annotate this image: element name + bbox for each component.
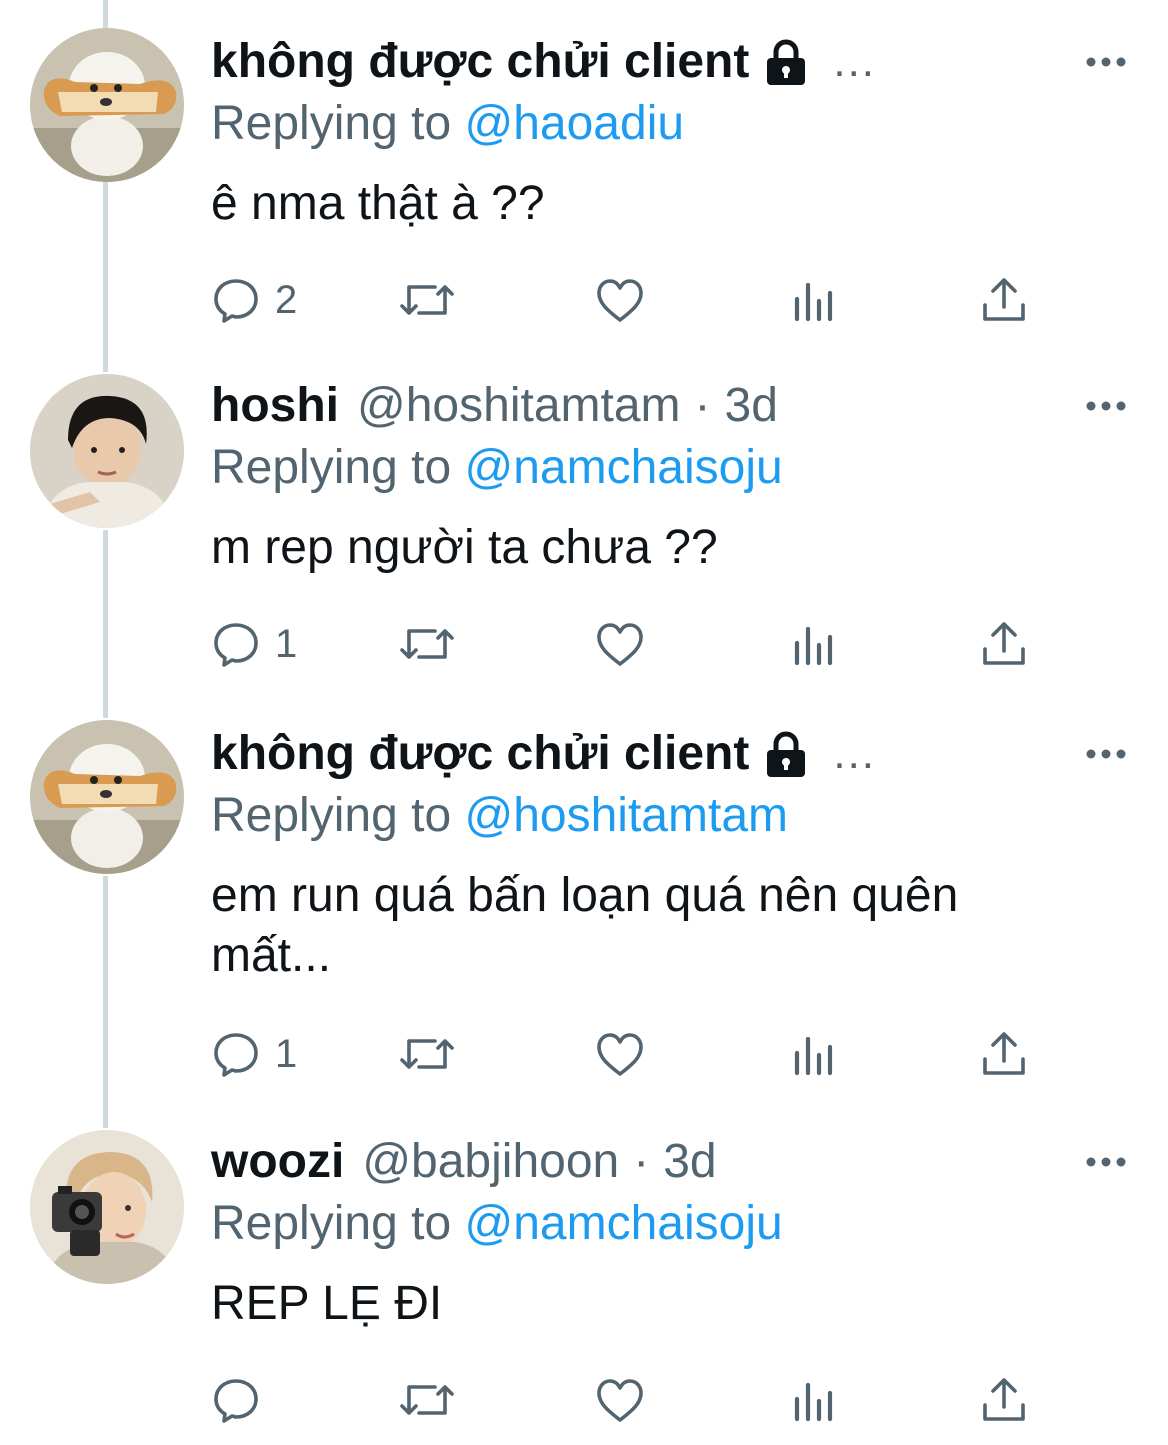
- tweet-text: ê nma thật à ??: [211, 177, 545, 230]
- reply-count: 1: [275, 621, 298, 666]
- retweet-icon: [400, 629, 454, 659]
- like-button[interactable]: [595, 616, 645, 672]
- share-button[interactable]: [979, 1372, 1029, 1428]
- more-options-icon[interactable]: [1086, 56, 1126, 68]
- reply-mention-link[interactable]: @namchaisoju: [464, 1197, 782, 1250]
- tweet-actions: 2: [211, 272, 1061, 332]
- retweet-icon: [400, 285, 454, 315]
- like-button[interactable]: [595, 1026, 645, 1082]
- puppy-avatar-image: [30, 720, 184, 874]
- tweet-header: không được chửi client ...: [211, 32, 876, 92]
- display-name[interactable]: hoshi: [211, 376, 339, 436]
- truncation-ellipsis: ...: [833, 729, 877, 778]
- tweet-text: m rep người ta chưa ??: [211, 521, 718, 574]
- replying-to-line: Replying to @namchaisoju: [211, 1192, 783, 1256]
- timestamp[interactable]: 3d: [725, 376, 778, 436]
- reply-mention-link[interactable]: @hoshitamtam: [464, 789, 788, 842]
- tweet-header: woozi @babjihoon · 3d: [211, 1132, 717, 1192]
- heart-icon: [597, 1379, 643, 1422]
- retweet-button[interactable]: [399, 616, 455, 672]
- user-handle[interactable]: @babjihoon: [362, 1132, 619, 1192]
- like-button[interactable]: [595, 1372, 645, 1428]
- reply-count: 1: [275, 1031, 298, 1076]
- views-button[interactable]: [789, 616, 839, 672]
- reply-button[interactable]: 2: [211, 272, 297, 328]
- lock-icon: [767, 731, 806, 777]
- avatar[interactable]: [30, 720, 184, 874]
- analytics-icon: [794, 282, 833, 322]
- retweet-icon: [400, 1039, 454, 1069]
- thread-line: [103, 0, 108, 28]
- replying-to-line: Replying to @haoadiu: [211, 92, 684, 156]
- tweet-actions: 1: [211, 1026, 1061, 1086]
- heart-icon: [597, 1033, 643, 1076]
- replying-to-label: Replying to: [211, 1197, 452, 1250]
- share-icon: [983, 278, 1025, 321]
- truncation-ellipsis: ...: [833, 37, 877, 86]
- heart-icon: [597, 279, 643, 322]
- replying-to-label: Replying to: [211, 441, 452, 494]
- reply-icon: [214, 1379, 258, 1423]
- tweet[interactable]: không được chửi client ... Replying to @…: [0, 28, 1168, 342]
- display-name[interactable]: không được chửi client: [211, 724, 749, 784]
- retweet-button[interactable]: [399, 1026, 455, 1082]
- avatar[interactable]: [30, 374, 184, 528]
- tweet[interactable]: woozi @babjihoon · 3d Replying to @namch…: [0, 1130, 1168, 1442]
- heart-icon: [597, 623, 643, 666]
- views-button[interactable]: [789, 1372, 839, 1428]
- tweet-actions: [211, 1372, 1061, 1432]
- retweet-button[interactable]: [399, 1372, 455, 1428]
- tweet[interactable]: không được chửi client ... Replying to @…: [0, 720, 1168, 1094]
- tweet-header: không được chửi client ...: [211, 724, 876, 784]
- replying-to-line: Replying to @namchaisoju: [211, 436, 783, 500]
- reply-button[interactable]: 1: [211, 616, 297, 672]
- separator-dot: ·: [633, 1135, 650, 1188]
- analytics-icon: [794, 1382, 833, 1422]
- tweet[interactable]: hoshi @hoshitamtam · 3d Replying to @nam…: [0, 374, 1168, 686]
- tweet-text: em run quá bấn loạn quá nên quên mất...: [211, 869, 959, 982]
- analytics-icon: [794, 626, 833, 666]
- more-options-icon[interactable]: [1086, 400, 1126, 412]
- replying-to-label: Replying to: [211, 789, 452, 842]
- replying-to-label: Replying to: [211, 97, 452, 150]
- timestamp[interactable]: 3d: [663, 1132, 716, 1192]
- display-name[interactable]: không được chửi client: [211, 32, 749, 92]
- man-portrait-avatar-image: [30, 374, 184, 528]
- views-button[interactable]: [789, 272, 839, 328]
- avatar[interactable]: [30, 1130, 184, 1284]
- views-button[interactable]: [789, 1026, 839, 1082]
- puppy-avatar-image: [30, 28, 184, 182]
- reply-button[interactable]: [211, 1372, 275, 1428]
- reply-button[interactable]: 1: [211, 1026, 297, 1082]
- more-options-icon[interactable]: [1086, 1156, 1126, 1168]
- share-button[interactable]: [979, 1026, 1029, 1082]
- more-options-icon[interactable]: [1086, 748, 1126, 760]
- user-handle[interactable]: @hoshitamtam: [357, 376, 681, 436]
- reply-mention-link[interactable]: @namchaisoju: [464, 441, 782, 494]
- share-icon: [983, 1032, 1025, 1075]
- tweet-actions: 1: [211, 616, 1061, 676]
- share-icon: [983, 622, 1025, 665]
- reply-count: 2: [275, 277, 298, 322]
- reply-icon: [214, 1033, 258, 1077]
- separator-dot: ·: [694, 379, 711, 432]
- reply-icon: [214, 279, 258, 323]
- replying-to-line: Replying to @hoshitamtam: [211, 784, 788, 848]
- lock-icon: [767, 39, 806, 85]
- tweet-header: hoshi @hoshitamtam · 3d: [211, 376, 778, 436]
- retweet-button[interactable]: [399, 272, 455, 328]
- display-name[interactable]: woozi: [211, 1132, 344, 1192]
- man-with-camera-avatar-image: [30, 1130, 184, 1284]
- retweet-icon: [400, 1385, 454, 1415]
- reply-icon: [214, 623, 258, 667]
- like-button[interactable]: [595, 272, 645, 328]
- avatar[interactable]: [30, 28, 184, 182]
- share-button[interactable]: [979, 616, 1029, 672]
- reply-mention-link[interactable]: @haoadiu: [464, 97, 684, 150]
- share-button[interactable]: [979, 272, 1029, 328]
- tweet-text: REP LẸ ĐI: [211, 1277, 443, 1330]
- analytics-icon: [794, 1036, 833, 1076]
- share-icon: [983, 1378, 1025, 1421]
